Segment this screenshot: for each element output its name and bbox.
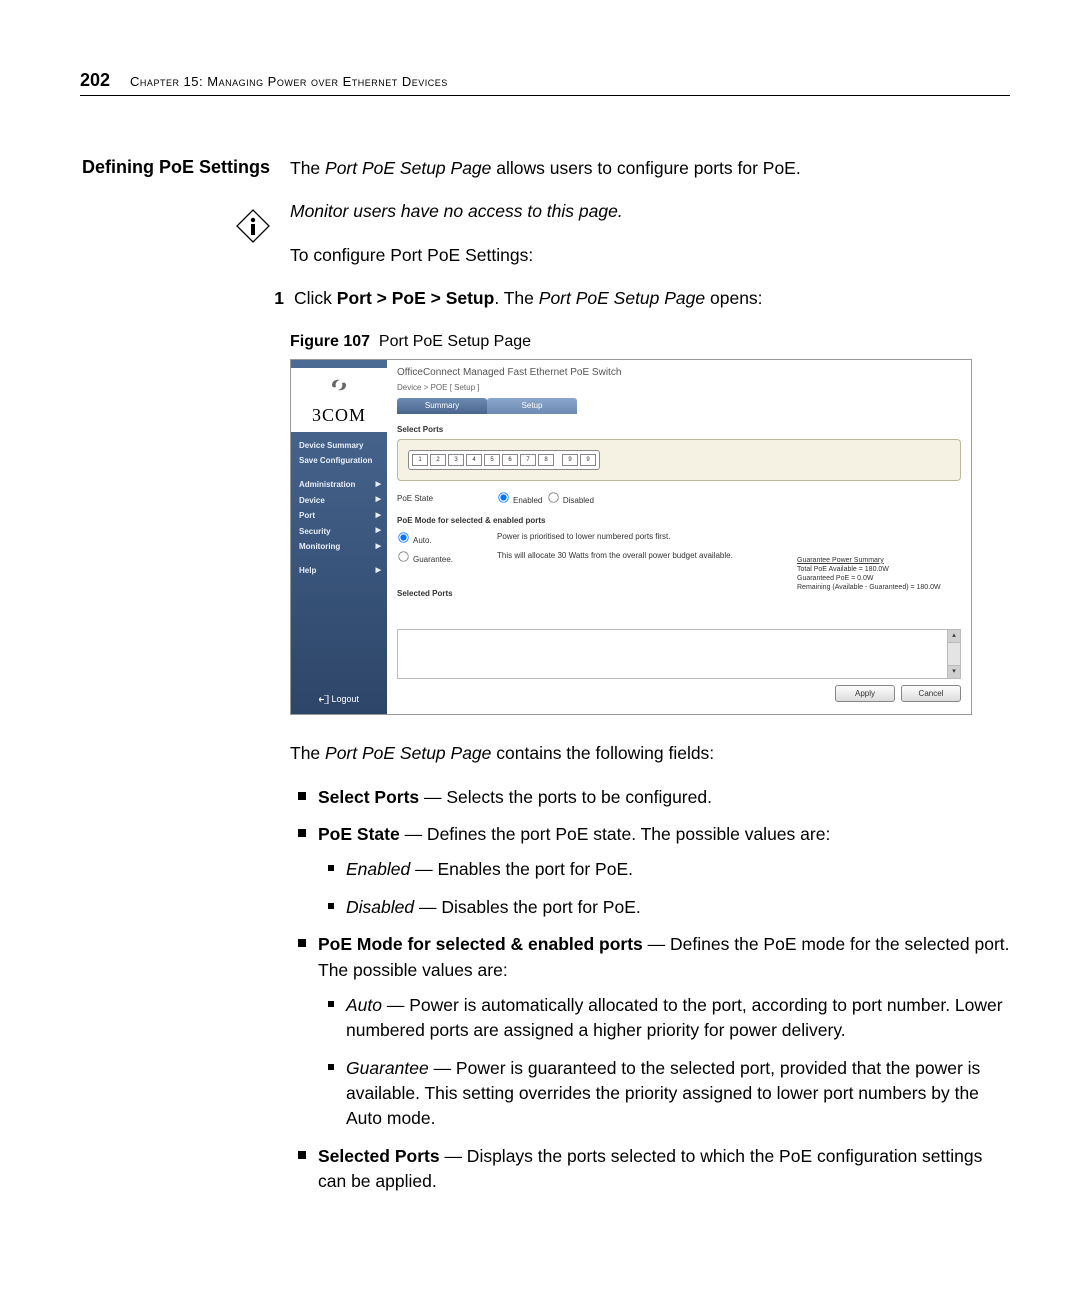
poe-mode-heading: PoE Mode for selected & enabled ports: [397, 515, 961, 527]
section-title: Defining PoE Settings: [80, 156, 270, 179]
bullet-poe-state: PoE State — Defines the port PoE state. …: [290, 822, 1010, 920]
nav-save-configuration[interactable]: Save Configuration: [291, 453, 387, 469]
port-9b[interactable]: 9: [580, 454, 596, 466]
device-title: OfficeConnect Managed Fast Ethernet PoE …: [397, 366, 961, 381]
bullet-guarantee: Guarantee — Power is guaranteed to the s…: [318, 1056, 1010, 1132]
ports-row: 1 2 3 4 5 6 7 8 9 9: [408, 450, 600, 470]
port-8[interactable]: 8: [538, 454, 554, 466]
port-1[interactable]: 1: [412, 454, 428, 466]
figure-caption: Figure 107 Port PoE Setup Page: [290, 330, 1010, 353]
port-2[interactable]: 2: [430, 454, 446, 466]
chapter-title: Chapter 15: Managing Power over Ethernet…: [130, 74, 448, 89]
bullet-disabled: Disabled — Disables the port for PoE.: [318, 895, 1010, 920]
brand-text: 3COM: [312, 405, 366, 425]
chevron-right-icon: ▶: [376, 526, 381, 536]
chevron-right-icon: ▶: [376, 511, 381, 521]
page-header: 202 Chapter 15: Managing Power over Ethe…: [80, 70, 1010, 96]
step-1: 1 Click Port > PoE > Setup. The Port PoE…: [290, 286, 1010, 311]
fields-intro: The Port PoE Setup Page contains the fol…: [290, 741, 1010, 766]
nav-administration[interactable]: Administration▶: [291, 477, 387, 493]
apply-button[interactable]: Apply: [835, 685, 895, 702]
cancel-button[interactable]: Cancel: [901, 685, 961, 702]
scrollbar[interactable]: ▴ ▾: [947, 630, 960, 678]
nav-monitoring[interactable]: Monitoring▶: [291, 539, 387, 555]
chevron-right-icon: ▶: [376, 480, 381, 490]
tab-summary[interactable]: Summary: [397, 398, 487, 414]
ports-panel: 1 2 3 4 5 6 7 8 9 9: [397, 439, 961, 481]
tab-bar: Summary Setup: [397, 398, 961, 414]
info-icon: [236, 209, 270, 248]
bullet-auto: Auto — Power is automatically allocated …: [318, 993, 1010, 1044]
intro-paragraph: The Port PoE Setup Page allows users to …: [290, 156, 1010, 181]
nav-port[interactable]: Port▶: [291, 508, 387, 524]
port-3[interactable]: 3: [448, 454, 464, 466]
poe-mode-auto-row: Auto. Power is prioritised to lower numb…: [397, 531, 961, 547]
breadcrumb: Device > POE [ Setup ]: [397, 382, 961, 394]
selected-ports-list[interactable]: ▴ ▾: [397, 629, 961, 679]
poe-disabled-radio[interactable]: Disabled: [547, 491, 594, 507]
poe-enabled-radio[interactable]: Enabled: [497, 491, 542, 507]
swirl-icon: [330, 378, 348, 392]
nav-help[interactable]: Help▶: [291, 563, 387, 579]
scroll-down-icon[interactable]: ▾: [948, 665, 960, 678]
chevron-right-icon: ▶: [376, 495, 381, 505]
nav-device-summary[interactable]: Device Summary: [291, 438, 387, 454]
guarantee-power-summary: Guarantee Power Summary Total PoE Availa…: [797, 556, 957, 592]
tab-setup[interactable]: Setup: [487, 398, 577, 414]
bullet-enabled: Enabled — Enables the port for PoE.: [318, 857, 1010, 882]
logout-link[interactable]: Logout: [291, 693, 387, 706]
port-poe-setup-screenshot: 3COM Device Summary Save Configuration A…: [290, 359, 972, 716]
nav-device[interactable]: Device▶: [291, 493, 387, 509]
sidebar-nav: Device Summary Save Configuration Admini…: [291, 432, 387, 579]
port-5[interactable]: 5: [484, 454, 500, 466]
to-configure: To configure Port PoE Settings:: [290, 243, 1010, 268]
mode-auto-radio[interactable]: Auto.: [397, 536, 432, 545]
brand-logo: [291, 368, 387, 402]
chevron-right-icon: ▶: [376, 542, 381, 552]
nav-security[interactable]: Security▶: [291, 524, 387, 540]
mode-guarantee-radio[interactable]: Guarantee.: [397, 555, 453, 564]
bullet-select-ports: Select Ports — Selects the ports to be c…: [290, 785, 1010, 810]
fields-list: Select Ports — Selects the ports to be c…: [290, 785, 1010, 1195]
port-7[interactable]: 7: [520, 454, 536, 466]
port-9a[interactable]: 9: [562, 454, 578, 466]
logout-icon: [319, 695, 329, 704]
page-number: 202: [80, 70, 110, 91]
note-paragraph: Monitor users have no access to this pag…: [290, 199, 1010, 224]
scroll-up-icon[interactable]: ▴: [948, 630, 960, 643]
port-6[interactable]: 6: [502, 454, 518, 466]
poe-state-row: PoE State Enabled Disabled: [397, 491, 961, 507]
port-4[interactable]: 4: [466, 454, 482, 466]
bullet-poe-mode: PoE Mode for selected & enabled ports — …: [290, 932, 1010, 1132]
chevron-right-icon: ▶: [376, 566, 381, 576]
select-ports-label: Select Ports: [397, 424, 961, 436]
bullet-selected-ports: Selected Ports — Displays the ports sele…: [290, 1144, 1010, 1195]
